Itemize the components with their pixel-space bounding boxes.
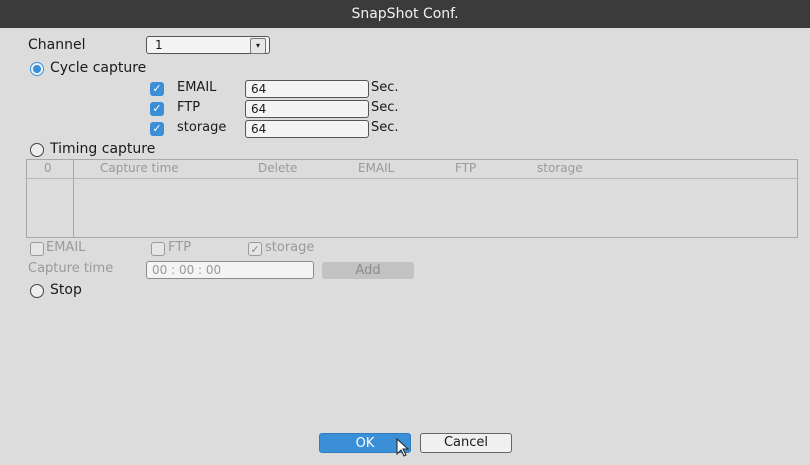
cycle-storage-label: storage	[177, 120, 227, 135]
cycle-storage-unit: Sec.	[371, 120, 399, 135]
stop-radio[interactable]	[30, 284, 44, 298]
capture-time-label: Capture time	[28, 261, 114, 276]
cycle-ftp-checkbox[interactable]: ✓	[150, 102, 164, 116]
timing-capture-radio[interactable]	[30, 143, 44, 157]
window-title: SnapShot Conf.	[351, 6, 459, 22]
channel-select[interactable]: 1 ▾	[146, 36, 270, 54]
timing-email-checkbox[interactable]	[30, 242, 44, 256]
cycle-email-label: EMAIL	[177, 80, 217, 95]
column-divider	[73, 160, 74, 237]
column-header-ftp: FTP	[455, 161, 477, 175]
chevron-down-icon[interactable]: ▾	[250, 38, 266, 54]
stop-label: Stop	[50, 282, 82, 298]
channel-label: Channel	[28, 37, 86, 53]
timing-email-label: EMAIL	[46, 240, 86, 255]
column-header-email: EMAIL	[358, 161, 395, 175]
window-titlebar: SnapShot Conf.	[0, 0, 810, 28]
cycle-capture-radio[interactable]	[30, 62, 44, 76]
column-header-index: 0	[44, 161, 52, 175]
cycle-email-checkbox[interactable]: ✓	[150, 82, 164, 96]
timing-schedule-table[interactable]: 0 Capture time Delete EMAIL FTP storage	[26, 159, 798, 238]
column-header-storage: storage	[537, 161, 583, 175]
cycle-ftp-interval-input[interactable]: 64	[245, 100, 369, 118]
channel-select-value: 1	[155, 38, 163, 52]
timing-ftp-label: FTP	[168, 240, 192, 255]
cycle-storage-checkbox[interactable]: ✓	[150, 122, 164, 136]
column-header-delete: Delete	[258, 161, 298, 175]
timing-capture-label: Timing capture	[50, 141, 156, 157]
cycle-ftp-unit: Sec.	[371, 100, 399, 115]
add-button[interactable]: Add	[322, 262, 414, 279]
column-header-capture-time: Capture time	[100, 161, 179, 175]
cycle-capture-label: Cycle capture	[50, 60, 147, 76]
cancel-button[interactable]: Cancel	[420, 433, 512, 453]
timing-storage-checkbox[interactable]: ✓	[248, 242, 262, 256]
timing-ftp-checkbox[interactable]	[151, 242, 165, 256]
cycle-storage-interval-input[interactable]: 64	[245, 120, 369, 138]
capture-time-input[interactable]: 00 : 00 : 00	[146, 261, 314, 279]
timing-storage-label: storage	[265, 240, 315, 255]
cycle-email-unit: Sec.	[371, 80, 399, 95]
cycle-email-interval-input[interactable]: 64	[245, 80, 369, 98]
cycle-ftp-label: FTP	[177, 100, 201, 115]
mouse-cursor-icon	[396, 438, 410, 457]
